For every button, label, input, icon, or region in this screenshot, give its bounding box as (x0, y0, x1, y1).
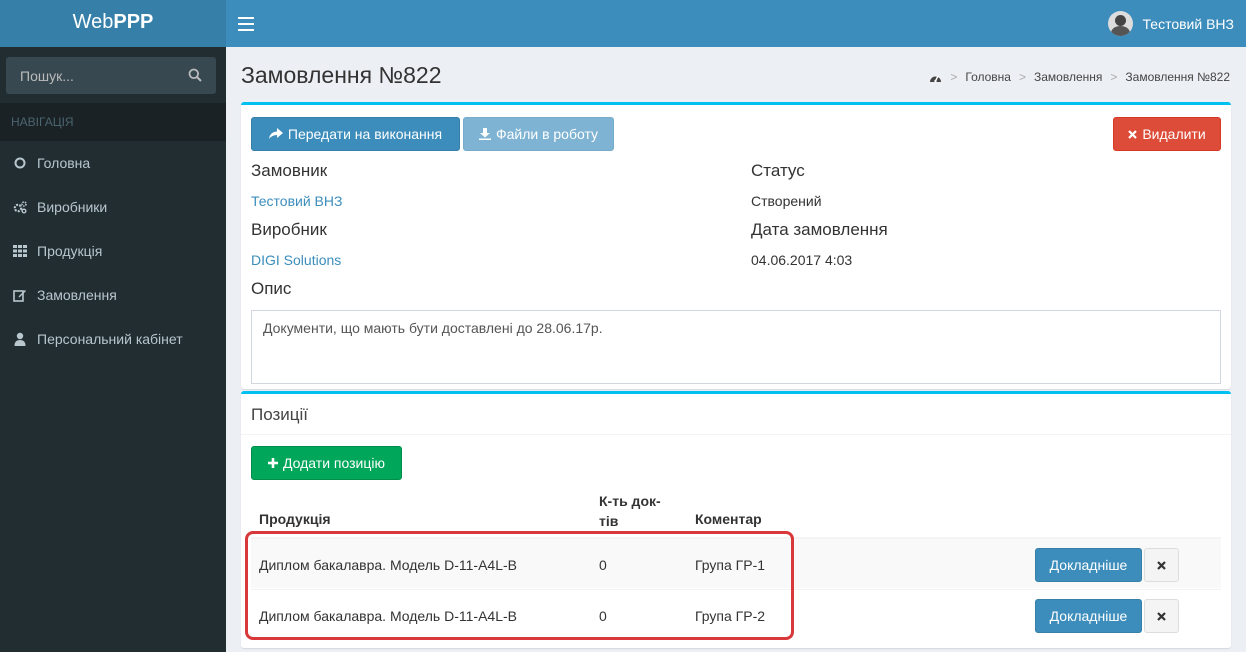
breadcrumb-home[interactable]: Головна (965, 70, 1011, 84)
app-logo[interactable]: WebPPP (0, 0, 226, 47)
user-name: Тестовий ВНЗ (1142, 15, 1234, 32)
nav-header: НАВІГАЦІЯ (0, 103, 226, 141)
row-count: 0 (599, 556, 607, 573)
breadcrumb-current: Замовлення №822 (1125, 70, 1230, 84)
customer-link[interactable]: Тестовий ВНЗ (251, 193, 342, 209)
column-header-comment: Коментар (695, 511, 762, 527)
search-icon[interactable] (188, 68, 202, 82)
logo-bold: PPP (113, 11, 154, 33)
share-icon (268, 128, 283, 140)
submit-order-button[interactable]: Передати на виконання (251, 117, 460, 151)
column-header-count: К-ть док- тів (599, 493, 661, 529)
row-comment: Група ГР-2 (695, 607, 766, 624)
sidebar-item-home[interactable]: Головна (0, 141, 226, 185)
user-icon (13, 332, 27, 346)
breadcrumb-separator: > (1110, 70, 1118, 84)
sidebar-item-producers[interactable]: Виробники (0, 185, 226, 229)
sidebar-item-profile[interactable]: Персональний кабінет (0, 317, 226, 361)
avatar (1107, 11, 1133, 36)
gears-icon (13, 200, 27, 214)
status-label: Статус (751, 161, 805, 180)
table-row: Диплом бакалавра. Модель D-11-A4L-B 0 Гр… (251, 537, 1221, 588)
add-position-label: Додати позицію (283, 455, 385, 471)
menu-toggle-icon[interactable] (238, 13, 254, 33)
top-navbar: Тестовий ВНЗ (226, 0, 1246, 47)
sidebar-item-label: Замовлення (37, 287, 117, 303)
positions-box: Позиції Додати позицію Продукція К-ть до… (241, 391, 1231, 648)
delete-order-button[interactable]: Видалити (1113, 117, 1221, 151)
user-menu[interactable]: Тестовий ВНЗ (1107, 0, 1234, 47)
breadcrumb: > Головна > Замовлення > Замовлення №822 (929, 70, 1230, 84)
sidebar-item-label: Персональний кабінет (37, 331, 183, 347)
order-date-value: 04.06.2017 4:03 (751, 252, 853, 268)
producer-label: Виробник (251, 220, 327, 239)
sidebar: НАВІГАЦІЯ Головна Виробники Продукція За… (0, 47, 226, 652)
description-label: Опис (251, 279, 292, 298)
logo-regular: Web (72, 11, 114, 33)
close-icon (1128, 129, 1138, 139)
sidebar-item-label: Виробники (37, 199, 108, 215)
dashboard-icon[interactable] (929, 72, 942, 83)
description-field: Документи, що мають бути доставлені до 2… (251, 310, 1221, 384)
delete-order-label: Видалити (1142, 126, 1206, 142)
table-row: Диплом бакалавра. Модель D-11-A4L-B 0 Гр… (251, 589, 1221, 640)
row-product: Диплом бакалавра. Модель D-11-A4L-B (259, 556, 517, 573)
order-details-box: Передати на виконання Файли в роботу Вид… (241, 102, 1231, 389)
order-date-label: Дата замовлення (751, 220, 888, 239)
remove-row-button[interactable] (1144, 599, 1179, 633)
add-position-button[interactable]: Додати позицію (251, 446, 402, 480)
producer-link[interactable]: DIGI Solutions (251, 252, 341, 268)
breadcrumb-orders[interactable]: Замовлення (1034, 70, 1102, 84)
row-product: Диплом бакалавра. Модель D-11-A4L-B (259, 607, 517, 624)
grid-icon (13, 244, 27, 258)
sidebar-item-label: Продукція (37, 243, 103, 259)
column-header-product: Продукція (259, 511, 331, 527)
sidebar-item-label: Головна (37, 155, 91, 171)
circle-icon (13, 156, 27, 170)
search-input[interactable] (6, 57, 181, 94)
status-value: Створений (751, 193, 822, 209)
download-icon (478, 128, 491, 140)
details-button[interactable]: Докладніше (1035, 548, 1142, 582)
sidebar-search (6, 57, 216, 94)
submit-order-label: Передати на виконання (287, 126, 443, 142)
sidebar-item-orders[interactable]: Замовлення (0, 273, 226, 317)
edit-icon (13, 288, 27, 302)
row-comment: Група ГР-1 (695, 556, 766, 573)
files-to-work-button[interactable]: Файли в роботу (463, 117, 614, 151)
sidebar-item-products[interactable]: Продукція (0, 229, 226, 273)
close-icon (1157, 611, 1166, 621)
details-button[interactable]: Докладніше (1035, 599, 1142, 633)
close-icon (1157, 560, 1166, 570)
files-to-work-label: Файли в роботу (495, 126, 599, 142)
sidebar-nav: Головна Виробники Продукція Замовлення П… (0, 141, 226, 361)
positions-title: Позиції (241, 394, 1231, 435)
customer-label: Замовник (251, 161, 328, 180)
remove-row-button[interactable] (1144, 548, 1179, 582)
breadcrumb-separator: > (950, 70, 958, 84)
row-count: 0 (599, 607, 607, 624)
breadcrumb-separator: > (1018, 70, 1026, 84)
plus-icon (268, 458, 279, 468)
page-title: Замовлення №822 (241, 62, 442, 88)
